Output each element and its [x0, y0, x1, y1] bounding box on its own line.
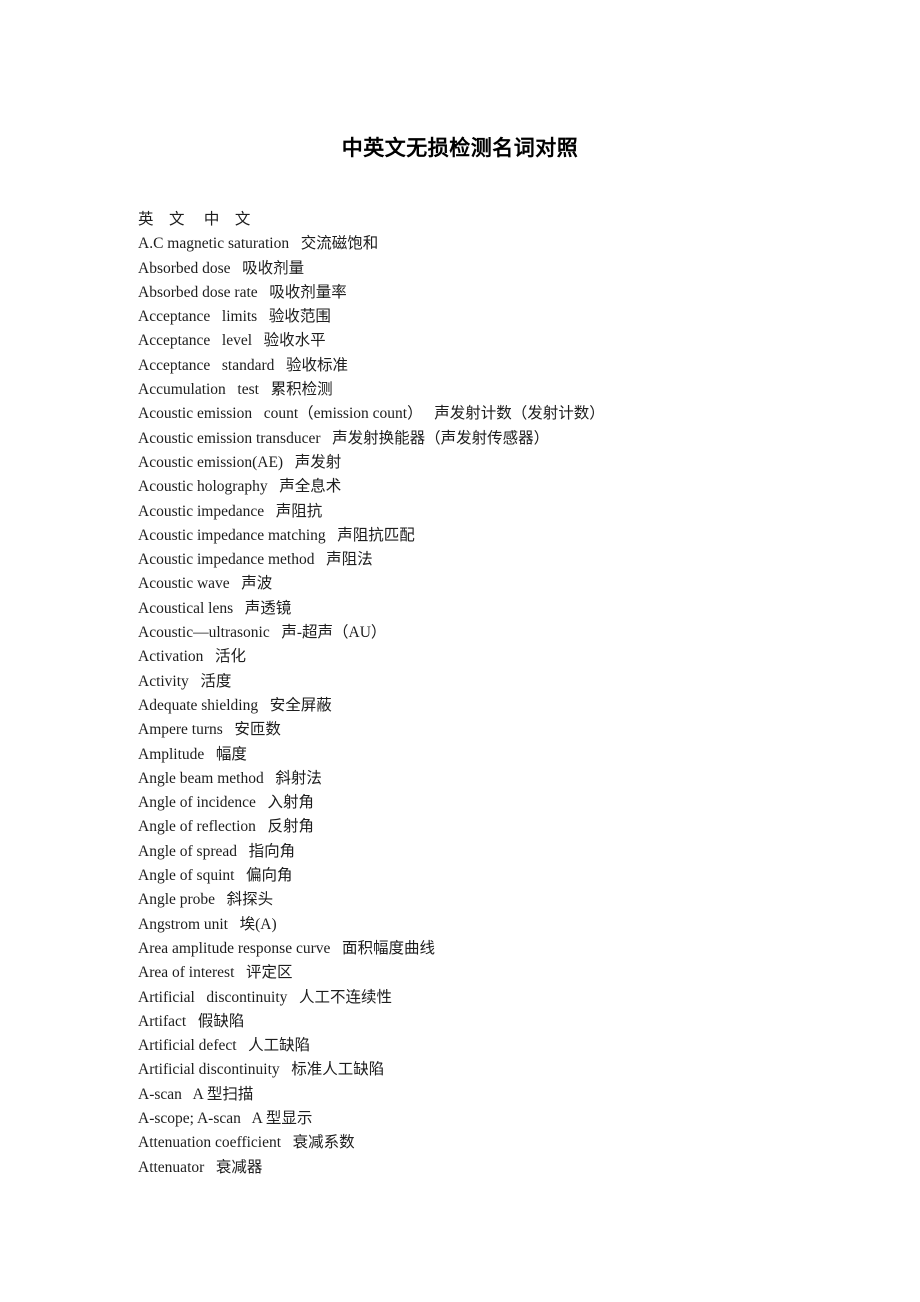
glossary-entry: Activation 活化 [138, 648, 247, 666]
glossary-entry: Adequate shielding 安全屏蔽 [138, 696, 332, 714]
glossary-entry: Absorbed dose rate 吸收剂量率 [138, 283, 347, 301]
glossary-entry: Acoustic impedance 声阻抗 [138, 502, 323, 520]
glossary-entry: Acceptance level 验收水平 [138, 332, 326, 350]
glossary-entry: Absorbed dose 吸收剂量 [138, 259, 305, 277]
glossary-entry: Angle probe 斜探头 [138, 891, 274, 909]
glossary-entry: Angle beam method 斜射法 [138, 769, 322, 787]
glossary-entry: Activity 活度 [138, 672, 232, 690]
glossary-entry: Acoustical lens 声透镜 [138, 599, 292, 617]
glossary-entry: Area amplitude response curve 面积幅度曲线 [138, 939, 436, 957]
glossary-entry: Artificial defect 人工缺陷 [138, 1037, 311, 1055]
glossary-entry: Acoustic emission count（emission count） … [138, 405, 605, 423]
glossary-entry: Acoustic impedance matching 声阻抗匹配 [138, 526, 415, 544]
page-title: 中英文无损检测名词对照 [341, 137, 579, 161]
column-header-row: 英 文 中 文 [138, 211, 251, 228]
glossary-entry: Acceptance standard 验收标准 [138, 356, 349, 374]
glossary-entry: Acoustic holography 声全息术 [138, 478, 342, 496]
glossary-entry: Attenuator 衰减器 [138, 1158, 263, 1176]
glossary-entry: Angle of incidence 入射角 [138, 794, 315, 812]
glossary-entry: Area of interest 评定区 [138, 964, 293, 982]
glossary-entry: Acoustic impedance method 声阻法 [138, 551, 373, 569]
glossary-entry: Acoustic emission(AE) 声发射 [138, 453, 342, 471]
glossary-list: 英 文 中 文 A.C magnetic saturation 交流磁饱和 Abs… [138, 208, 878, 1180]
glossary-entry: Artificial discontinuity 人工不连续性 [138, 988, 393, 1006]
glossary-entry: Accumulation test 累积检测 [138, 381, 333, 399]
glossary-entry: Ampere turns 安匝数 [138, 721, 281, 739]
glossary-entry: Artifact 假缺陷 [138, 1012, 245, 1030]
glossary-entry: Amplitude 幅度 [138, 745, 247, 763]
glossary-entry: A.C magnetic saturation 交流磁饱和 [138, 235, 379, 253]
glossary-entry: A-scan A 型扫描 [138, 1085, 254, 1103]
document-page: 中英文无损检测名词对照 英 文 中 文 A.C magnetic saturat… [0, 0, 920, 1302]
glossary-entry: Angle of spread 指向角 [138, 842, 296, 860]
glossary-entry: Acoustic wave 声波 [138, 575, 273, 593]
glossary-entry: Angle of squint 偏向角 [138, 867, 293, 885]
glossary-entry: Angle of reflection 反射角 [138, 818, 315, 836]
glossary-entry: Artificial discontinuity 标准人工缺陷 [138, 1061, 385, 1079]
glossary-entry: Acceptance limits 验收范围 [138, 308, 331, 326]
glossary-entries: A.C magnetic saturation 交流磁饱和 Absorbed do… [138, 232, 878, 1180]
glossary-entry: Acoustic—ultrasonic 声-超声（AU） [138, 624, 387, 642]
glossary-entry: Attenuation coefficient 衰减系数 [138, 1134, 355, 1152]
glossary-entry: A-scope; A-scan A 型显示 [138, 1109, 313, 1127]
glossary-entry: Acoustic emission transducer 声发射换能器（声发射传… [138, 429, 550, 447]
glossary-entry: Angstrom unit 埃(A) [138, 915, 277, 933]
